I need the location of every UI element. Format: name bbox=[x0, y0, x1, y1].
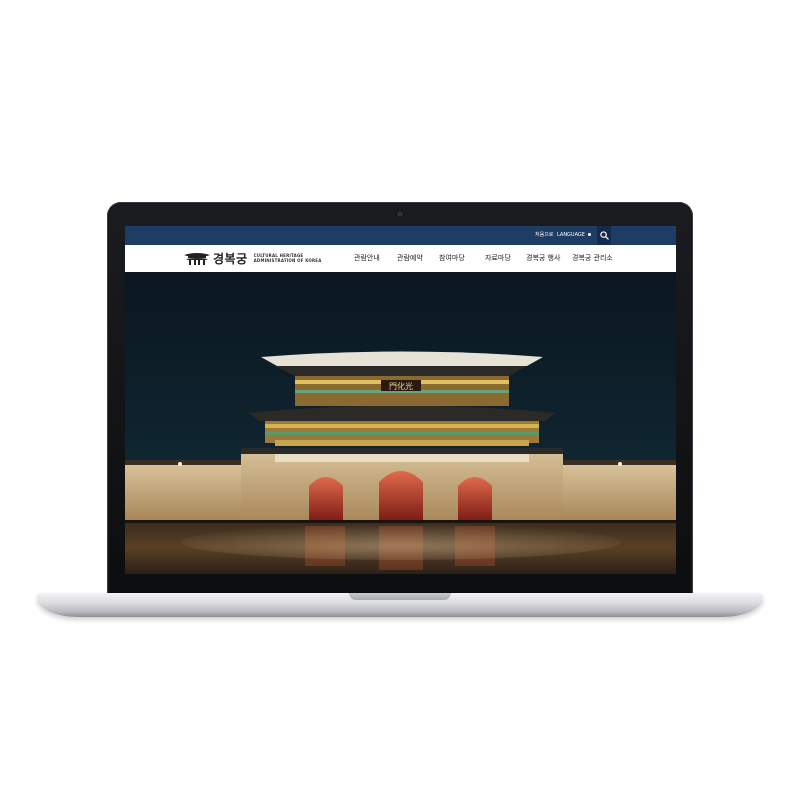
main-navbar: 경복궁 CULTURAL HERITAGE ADMINISTRATION OF … bbox=[125, 245, 676, 272]
camera-icon bbox=[397, 211, 403, 217]
nav-item-guide[interactable]: 관람안내 bbox=[354, 245, 380, 272]
logo-subtitle: CULTURAL HERITAGE ADMINISTRATION OF KORE… bbox=[254, 253, 322, 263]
language-label: LANGUAGE bbox=[557, 232, 585, 238]
laptop-screen: 처음으로 LANGUAGE 경복궁 CULTURAL HERITAGE ADMI… bbox=[125, 226, 676, 574]
hero-image: 門化光 bbox=[125, 272, 676, 574]
search-button[interactable] bbox=[597, 226, 611, 245]
nav-item-events[interactable]: 경복궁 행사 bbox=[526, 245, 560, 272]
laptop-base bbox=[37, 593, 763, 617]
utility-bar: 처음으로 LANGUAGE bbox=[125, 226, 676, 245]
logo-subtitle-line2: ADMINISTRATION OF KOREA bbox=[253, 258, 322, 263]
gate-signboard: 門化光 bbox=[389, 381, 413, 391]
logo-title: 경복궁 bbox=[213, 251, 248, 266]
nav-item-resources[interactable]: 자료마당 bbox=[485, 245, 511, 272]
site-logo[interactable]: 경복궁 CULTURAL HERITAGE ADMINISTRATION OF … bbox=[183, 250, 322, 266]
laptop-bezel: 처음으로 LANGUAGE 경복궁 CULTURAL HERITAGE ADMI… bbox=[107, 202, 693, 598]
language-dot-icon bbox=[587, 233, 591, 236]
palace-roof-icon bbox=[184, 253, 210, 265]
laptop-opening-notch bbox=[349, 593, 451, 600]
language-selector[interactable]: LANGUAGE bbox=[557, 226, 591, 245]
home-link[interactable]: 처음으로 bbox=[535, 226, 553, 245]
mockup-stage: 처음으로 LANGUAGE 경복궁 CULTURAL HERITAGE ADMI… bbox=[0, 0, 800, 800]
nav-item-reservation[interactable]: 관람예약 bbox=[397, 245, 423, 272]
nav-item-office[interactable]: 경복궁 관리소 bbox=[572, 245, 613, 272]
search-icon bbox=[599, 231, 609, 240]
nav-item-participation[interactable]: 참여마당 bbox=[439, 245, 465, 272]
